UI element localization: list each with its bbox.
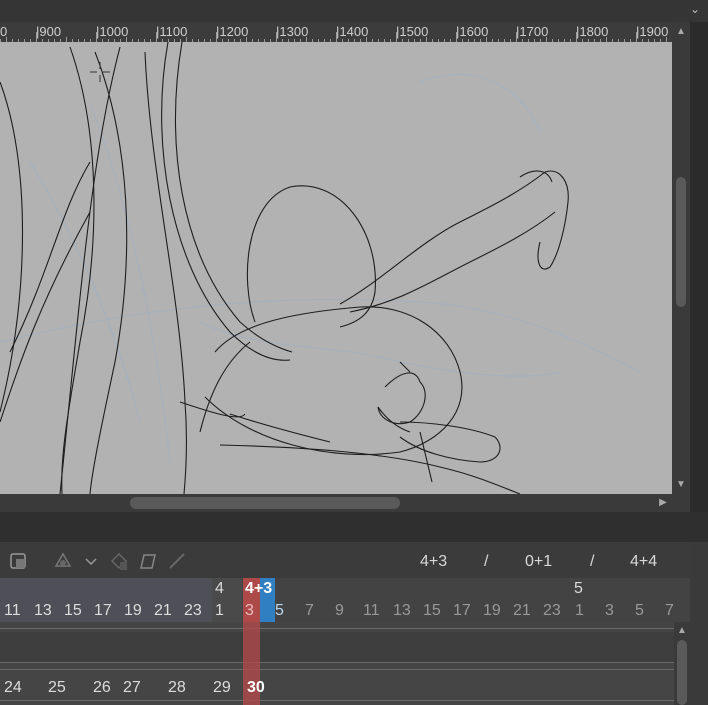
frame-number[interactable]: 21 (154, 602, 172, 620)
tracks-scroll-thumb[interactable] (677, 640, 687, 705)
panel-separator (0, 512, 708, 542)
track-cell-value: 24 (4, 679, 22, 696)
current-frame-counter: 4+3 (420, 553, 448, 570)
frame-number[interactable]: 13 (393, 602, 411, 620)
frame-number[interactable]: 1 (215, 602, 224, 620)
delete-frame-icon[interactable] (108, 550, 130, 572)
ruler-tick (576, 32, 577, 42)
sketch-drawing (0, 42, 641, 494)
timeline-toolbar (0, 542, 690, 578)
scroll-down-icon[interactable]: ▼ (672, 476, 690, 494)
frame-number[interactable]: 17 (94, 602, 112, 620)
horizontal-scroll-thumb[interactable] (130, 497, 400, 509)
horizontal-ruler: 0 |900 |1000 |1100 |1200 |1300 |1400 |15… (0, 22, 672, 43)
ruler-label: |900 (36, 24, 62, 39)
ruler-label: |1800 (576, 24, 609, 39)
frame-edit-icon[interactable] (136, 550, 158, 572)
frame-number[interactable]: 11 (4, 602, 21, 620)
chevron-down-icon[interactable]: ⌄ (690, 2, 700, 16)
frame-number[interactable]: 15 (64, 602, 82, 620)
ruler-label: |1500 (396, 24, 429, 39)
track-divider (0, 662, 674, 663)
ruler-label: |1100 (156, 24, 188, 39)
frame-number[interactable]: 23 (543, 602, 561, 620)
ruler-label: |1600 (456, 24, 489, 39)
frame-number[interactable]: 21 (513, 602, 531, 620)
vertical-scroll-thumb[interactable] (676, 177, 686, 307)
drawing-canvas[interactable] (0, 42, 672, 494)
frame-number[interactable]: 13 (34, 602, 52, 620)
track-divider (0, 700, 674, 701)
track-cell-value: 28 (168, 679, 186, 696)
ruler-tick (336, 32, 337, 42)
ruler-tick (96, 32, 97, 42)
track-divider (0, 669, 674, 670)
frame-number[interactable]: 17 (453, 602, 471, 620)
right-gutter (690, 22, 708, 542)
middle-frame-counter: 0+1 (525, 553, 553, 570)
ruler-label: |1900 (636, 24, 669, 39)
counter-separator: / (484, 553, 489, 570)
ruler-label: |1200 (216, 24, 249, 39)
top-strip (0, 0, 708, 22)
track-divider (0, 628, 674, 629)
frame-number[interactable]: 15 (423, 602, 441, 620)
frame-number[interactable]: 19 (483, 602, 501, 620)
track-cell-value: 29 (213, 679, 231, 696)
ruler-label: |1700 (516, 24, 549, 39)
onion-skin-icon[interactable] (52, 550, 74, 572)
track-cell-value-selected: 30 (247, 679, 265, 696)
frame-number[interactable]: 5 (275, 602, 284, 620)
frame-number[interactable]: 7 (305, 602, 314, 620)
track-cell-value: 26 (93, 679, 111, 696)
frame-number[interactable]: 19 (124, 602, 142, 620)
frame-number[interactable]: 1 (575, 602, 584, 620)
layer-frame-icon[interactable] (8, 550, 30, 572)
scroll-up-icon[interactable]: ▲ (672, 22, 690, 42)
frame-number[interactable]: 3 (605, 602, 614, 620)
ruler-tick (396, 32, 397, 42)
frame-number-selected[interactable]: 3 (245, 602, 254, 620)
track-band (0, 632, 674, 662)
pencil-icon[interactable] (166, 550, 188, 572)
ruler-tick (36, 32, 37, 42)
ruler-label: |1400 (336, 24, 369, 39)
frame-number[interactable]: 23 (184, 602, 202, 620)
ruler-tick (276, 32, 277, 42)
ruler-tick (516, 32, 517, 42)
frame-number[interactable]: 5 (635, 602, 644, 620)
frame-number[interactable]: 7 (665, 602, 674, 620)
ruler-tick (456, 32, 457, 42)
counter-separator: / (590, 553, 595, 570)
section-label: 5 (574, 580, 583, 597)
section-label: 4 (215, 580, 224, 597)
selected-frame-label: 4+3 (245, 580, 273, 597)
scroll-right-icon[interactable]: ▶ (654, 494, 672, 512)
track-cell-value: 25 (48, 679, 66, 696)
frame-number[interactable]: 11 (363, 602, 380, 620)
frame-number[interactable]: 9 (335, 602, 344, 620)
track-cell-value: 27 (123, 679, 141, 696)
crosshair-cursor-icon (90, 62, 110, 82)
scroll-up-icon[interactable]: ▲ (674, 622, 690, 640)
ruler-label: |1300 (276, 24, 309, 39)
chevron-down-icon[interactable] (80, 550, 102, 572)
ruler-tick (636, 32, 637, 42)
ruler-tick (156, 32, 157, 42)
total-frame-counter: 4+4 (630, 553, 658, 570)
ruler-tick (216, 32, 217, 42)
ruler-label: |1000 (96, 24, 129, 39)
